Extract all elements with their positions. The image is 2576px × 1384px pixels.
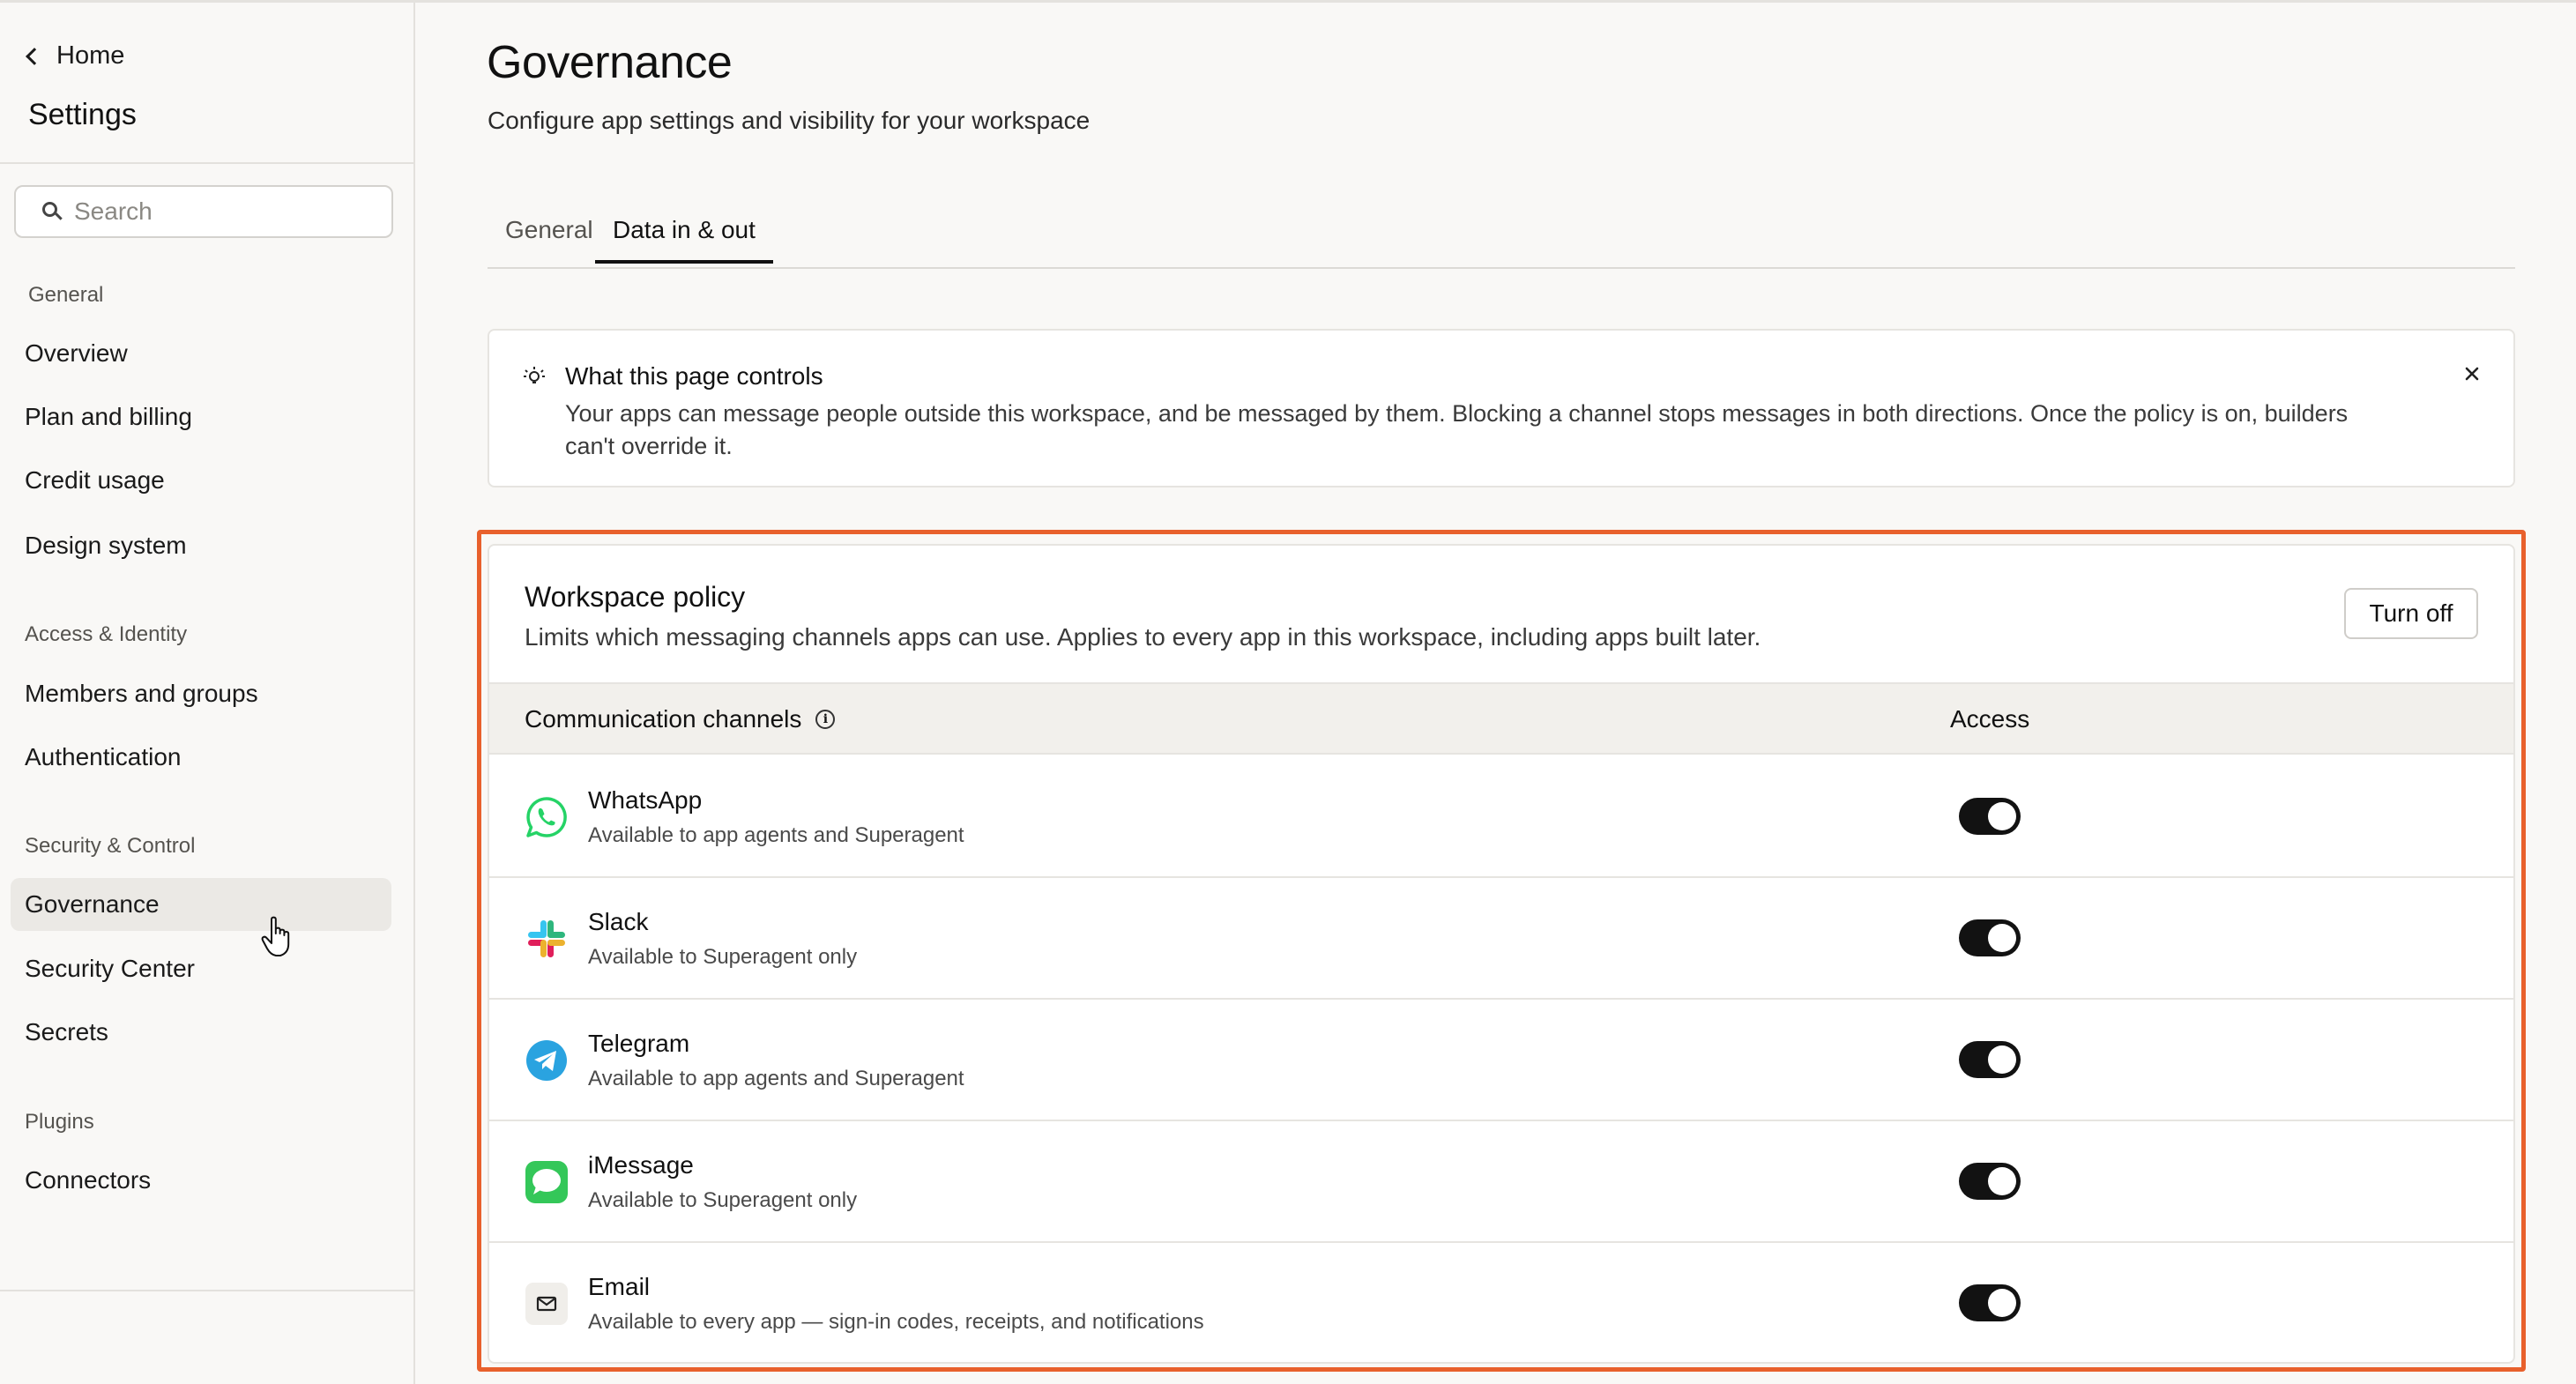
sidebar-item-overview[interactable]: Overview <box>25 339 128 368</box>
table-row: Email Available to every app — sign-in c… <box>489 1243 2513 1362</box>
whatsapp-access-toggle[interactable] <box>1959 798 2021 835</box>
section-plugins: Plugins <box>25 1110 94 1134</box>
info-callout: What this page controls Your apps can me… <box>488 329 2515 487</box>
page-subtitle: Configure app settings and visibility fo… <box>488 107 1091 134</box>
table-row: iMessage Available to Superagent only <box>489 1121 2513 1243</box>
channel-description: Available to Superagent only <box>588 1188 858 1212</box>
close-icon[interactable] <box>2461 362 2483 385</box>
imessage-icon <box>525 1161 568 1203</box>
table-row: Slack Available to Superagent only <box>489 878 2513 1000</box>
policy-title: Workspace policy <box>525 581 746 613</box>
channel-description: Available to Superagent only <box>588 945 858 969</box>
policy-description: Limits which messaging channels apps can… <box>525 623 1761 651</box>
sidebar-item-governance-label: Governance <box>25 890 160 918</box>
sidebar-item-connectors[interactable]: Connectors <box>25 1166 151 1194</box>
tab-general[interactable]: General <box>505 216 593 260</box>
sidebar-item-credit-usage[interactable]: Credit usage <box>25 466 165 495</box>
sidebar-bottom-divider <box>0 1290 415 1291</box>
channel-name: WhatsApp <box>588 786 703 814</box>
search-box[interactable] <box>14 185 393 238</box>
sidebar-divider <box>0 162 415 164</box>
channel-name: Telegram <box>588 1030 690 1057</box>
whatsapp-icon <box>526 797 567 837</box>
telegram-access-toggle[interactable] <box>1959 1041 2021 1078</box>
channel-description: Available to app agents and Superagent <box>588 1067 964 1090</box>
section-general: General <box>28 283 104 307</box>
tab-bar: General Data in & out <box>488 205 2515 269</box>
settings-sidebar: Home Settings General Overview Plan and … <box>0 3 415 1384</box>
page-title: Governance <box>487 37 733 88</box>
channel-name: Slack <box>588 908 649 935</box>
table-row: Telegram Available to app agents and Sup… <box>489 1000 2513 1121</box>
sidebar-item-authentication[interactable]: Authentication <box>25 743 181 771</box>
channels-table-header: Communication channels i Access <box>489 682 2513 755</box>
telegram-icon <box>526 1040 567 1081</box>
turn-off-button[interactable]: Turn off <box>2344 588 2478 639</box>
channel-name: Email <box>588 1273 651 1300</box>
imessage-access-toggle[interactable] <box>1959 1163 2021 1200</box>
slack-icon <box>528 920 565 957</box>
email-access-toggle[interactable] <box>1959 1284 2021 1321</box>
chevron-left-icon <box>26 47 43 65</box>
search-input[interactable] <box>74 197 374 226</box>
workspace-policy-card: Workspace policy Limits which messaging … <box>488 544 2515 1364</box>
channel-name: iMessage <box>588 1151 694 1179</box>
search-icon <box>42 202 63 221</box>
sidebar-title: Settings <box>28 98 137 131</box>
sidebar-item-secrets[interactable]: Secrets <box>25 1018 108 1046</box>
sidebar-item-governance[interactable]: Governance <box>11 878 391 931</box>
sidebar-item-plan-billing[interactable]: Plan and billing <box>25 403 192 431</box>
slack-access-toggle[interactable] <box>1959 919 2021 956</box>
column-header-channels-label: Communication channels <box>525 705 802 733</box>
info-icon[interactable]: i <box>815 710 836 729</box>
info-callout-body: Your apps can message people outside thi… <box>565 400 2349 459</box>
channel-description: Available to every app — sign-in codes, … <box>588 1310 1204 1334</box>
sidebar-item-design-system[interactable]: Design system <box>25 532 187 560</box>
main-content: Governance Configure app settings and vi… <box>417 3 2576 1384</box>
table-row: WhatsApp Available to app agents and Sup… <box>489 756 2513 878</box>
column-header-access: Access <box>1950 705 2030 733</box>
section-security-control: Security & Control <box>25 834 196 858</box>
column-header-channels: Communication channels i <box>525 705 836 733</box>
info-callout-title: What this page controls <box>565 362 823 390</box>
hand-cursor-icon <box>261 916 290 956</box>
tab-data-in-out[interactable]: Data in & out <box>595 216 773 264</box>
sidebar-item-members-groups[interactable]: Members and groups <box>25 680 258 708</box>
channel-description: Available to app agents and Superagent <box>588 823 964 847</box>
home-link[interactable]: Home <box>25 41 124 71</box>
home-link-label: Home <box>56 41 125 70</box>
mail-icon <box>525 1283 568 1325</box>
lightbulb-icon <box>524 367 545 383</box>
sidebar-item-security-center[interactable]: Security Center <box>25 955 195 983</box>
section-access-identity: Access & Identity <box>25 622 188 646</box>
